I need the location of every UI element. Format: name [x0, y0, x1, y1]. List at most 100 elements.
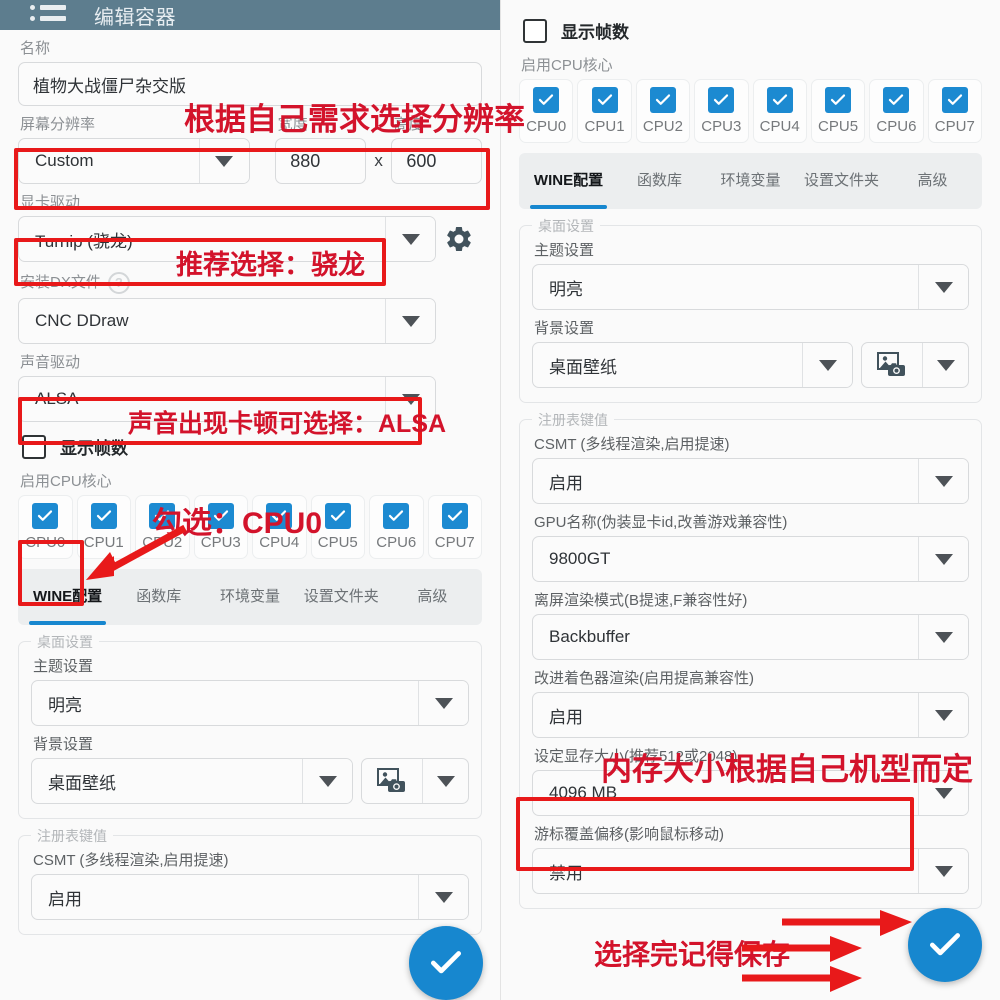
cursor-select[interactable]: 禁用: [532, 848, 969, 894]
cpu-core-item[interactable]: CPU3: [694, 79, 749, 143]
cpu-core-item[interactable]: CPU0: [18, 495, 73, 559]
chevron-down-icon[interactable]: [918, 265, 968, 309]
check-icon[interactable]: [149, 503, 176, 529]
width-input[interactable]: 880: [275, 138, 366, 184]
chevron-down-icon[interactable]: [385, 299, 435, 343]
check-icon[interactable]: [324, 503, 351, 529]
cpu-core-item[interactable]: CPU7: [427, 495, 482, 559]
background-select[interactable]: 桌面壁纸: [532, 342, 853, 388]
tab-folders[interactable]: 设置文件夹: [796, 153, 887, 209]
theme-select[interactable]: 明亮: [31, 680, 469, 726]
help-circle-icon[interactable]: ?: [107, 272, 130, 294]
check-icon[interactable]: [90, 503, 117, 529]
cpu-core-item[interactable]: CPU3: [193, 495, 248, 559]
resolution-select[interactable]: Custom: [18, 138, 250, 184]
tab-env-vars[interactable]: 环境变量: [705, 153, 796, 209]
tab-libraries[interactable]: 函数库: [113, 569, 204, 625]
hamburger-list-icon[interactable]: [30, 4, 66, 26]
show-fps-row[interactable]: 显示帧数: [22, 434, 482, 459]
cpu-core-item[interactable]: CPU1: [577, 79, 632, 143]
check-icon[interactable]: [708, 87, 735, 113]
csmt-select[interactable]: 启用: [532, 458, 969, 504]
cpu-core-label: CPU6: [376, 534, 417, 551]
csmt-select[interactable]: 启用: [31, 874, 469, 920]
check-icon[interactable]: [32, 503, 59, 529]
page-title: 编辑容器: [94, 7, 176, 29]
chevron-down-icon[interactable]: [198, 139, 249, 183]
image-camera-icon[interactable]: [862, 343, 922, 387]
chevron-down-icon[interactable]: [918, 849, 968, 893]
show-fps-label: 显示帧数: [561, 23, 629, 42]
show-fps-checkbox[interactable]: [523, 18, 547, 43]
left-panel: 编辑容器 名称 植物大战僵尸杂交版 屏幕分辨率 宽度 高度 Custom 880…: [0, 0, 500, 1000]
background-image-button[interactable]: [861, 342, 969, 388]
chevron-down-icon[interactable]: [918, 459, 968, 503]
show-fps-row[interactable]: 显示帧数: [523, 18, 982, 43]
background-select[interactable]: 桌面壁纸: [31, 758, 353, 804]
chevron-down-icon[interactable]: [385, 377, 435, 421]
save-fab-right[interactable]: [908, 908, 982, 982]
tab-wine-config[interactable]: WINE配置: [523, 153, 614, 209]
check-icon[interactable]: [883, 87, 910, 113]
gear-icon[interactable]: [436, 224, 482, 254]
gpu-driver-select[interactable]: Turnip (骁龙): [18, 216, 436, 262]
show-fps-checkbox[interactable]: [22, 434, 46, 459]
offscreen-select[interactable]: Backbuffer: [532, 614, 969, 660]
chevron-down-icon[interactable]: [922, 343, 968, 387]
check-icon[interactable]: [441, 503, 468, 529]
check-icon[interactable]: [207, 503, 234, 529]
check-icon[interactable]: [266, 503, 293, 529]
check-icon[interactable]: [825, 87, 852, 113]
tab-advanced[interactable]: 高级: [387, 569, 478, 625]
tab-folders[interactable]: 设置文件夹: [296, 569, 387, 625]
audio-select[interactable]: ALSA: [18, 376, 436, 422]
check-icon[interactable]: [591, 87, 618, 113]
gpu-name-select[interactable]: 9800GT: [532, 536, 969, 582]
cpu-core-item[interactable]: CPU7: [927, 79, 982, 143]
tab-wine-config[interactable]: WINE配置: [22, 569, 113, 625]
cpu-core-item[interactable]: CPU5: [810, 79, 866, 143]
cpu-cores-label: 启用CPU核心: [521, 57, 613, 74]
cpu-core-item[interactable]: CPU6: [869, 79, 924, 143]
chevron-down-icon[interactable]: [418, 681, 468, 725]
chevron-down-icon[interactable]: [918, 615, 968, 659]
cpu-core-item[interactable]: CPU2: [135, 495, 190, 559]
vram-select[interactable]: 4096 MB: [532, 770, 969, 816]
chevron-down-icon[interactable]: [918, 771, 968, 815]
check-icon[interactable]: [766, 87, 793, 113]
check-icon[interactable]: [533, 87, 560, 113]
height-input[interactable]: 600: [391, 138, 482, 184]
cpu-core-label: CPU4: [759, 118, 800, 135]
cpu-core-item[interactable]: CPU2: [635, 79, 691, 143]
shader-select[interactable]: 启用: [532, 692, 969, 738]
check-icon[interactable]: [383, 503, 410, 529]
audio-label: 声音驱动: [20, 354, 81, 371]
theme-select[interactable]: 明亮: [532, 264, 969, 310]
theme-label: 主题设置: [33, 658, 94, 675]
chevron-down-icon[interactable]: [802, 343, 852, 387]
image-camera-icon[interactable]: [362, 759, 422, 803]
chevron-down-icon[interactable]: [418, 875, 468, 919]
background-image-button[interactable]: [361, 758, 469, 804]
name-input[interactable]: 植物大战僵尸杂交版: [18, 62, 482, 106]
cpu-core-item[interactable]: CPU6: [369, 495, 424, 559]
check-icon[interactable]: [941, 87, 968, 113]
chevron-down-icon[interactable]: [422, 759, 468, 803]
cpu-core-item[interactable]: CPU1: [76, 495, 131, 559]
save-fab-left[interactable]: [409, 926, 483, 1000]
dx-label: 安装DX文件: [20, 274, 101, 291]
tab-advanced[interactable]: 高级: [887, 153, 978, 209]
chevron-down-icon[interactable]: [302, 759, 352, 803]
cpu-core-item[interactable]: CPU4: [752, 79, 807, 143]
cpu-core-item[interactable]: CPU5: [310, 495, 365, 559]
chevron-down-icon[interactable]: [918, 693, 968, 737]
resolution-separator: x: [374, 151, 383, 170]
cpu-core-item[interactable]: CPU4: [252, 495, 307, 559]
check-icon[interactable]: [649, 87, 676, 113]
chevron-down-icon[interactable]: [918, 537, 968, 581]
dx-select[interactable]: CNC DDraw: [18, 298, 436, 344]
cpu-core-item[interactable]: CPU0: [519, 79, 574, 143]
tab-env-vars[interactable]: 环境变量: [204, 569, 295, 625]
tab-libraries[interactable]: 函数库: [614, 153, 705, 209]
chevron-down-icon[interactable]: [385, 217, 435, 261]
